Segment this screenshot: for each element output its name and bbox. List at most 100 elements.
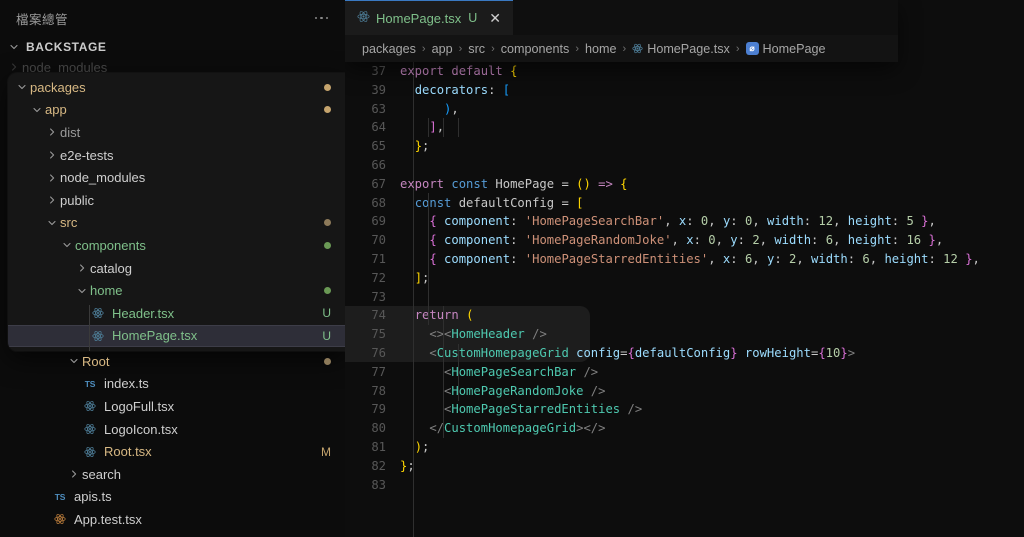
tree-folder-row[interactable]: Root	[0, 350, 345, 373]
code-line[interactable]: 72 ];	[345, 269, 1024, 288]
code-line[interactable]: 65 };	[345, 137, 1024, 156]
tree-file-row[interactable]: App.test.tsx	[0, 508, 345, 531]
code-line[interactable]: 39 decorators: [	[345, 81, 1024, 100]
code-line[interactable]: 77 <HomePageSearchBar />	[345, 363, 1024, 382]
tree-folder-row[interactable]: public	[8, 189, 345, 212]
code-line[interactable]: 66	[345, 156, 1024, 175]
tree-folder-row[interactable]: src	[8, 212, 345, 235]
chevron-down-icon[interactable]	[66, 356, 82, 366]
workspace-root-label: BACKSTAGE	[26, 40, 107, 54]
breadcrumb-item[interactable]: home	[585, 42, 617, 56]
tree-folder-row[interactable]: home	[8, 279, 345, 302]
code-line[interactable]: 73	[345, 288, 1024, 307]
tab-homepage-tsx[interactable]: HomePage.tsx U ✕	[345, 0, 514, 35]
chevron-right-icon[interactable]	[44, 127, 60, 137]
code-token: const	[414, 195, 459, 210]
workspace-root-row[interactable]: BACKSTAGE	[0, 36, 345, 58]
tree-folder-row[interactable]: app	[8, 99, 345, 122]
code-line[interactable]: 69 { component: 'HomePageSearchBar', x: …	[345, 212, 1024, 231]
tree-folder-row[interactable]: dist	[8, 121, 345, 144]
chevron-down-icon[interactable]	[59, 240, 75, 250]
chevron-right-icon[interactable]	[44, 195, 60, 205]
close-icon[interactable]: ✕	[486, 9, 504, 27]
chevron-down-icon[interactable]	[74, 286, 90, 296]
code-token: [	[502, 82, 511, 97]
tree-folder-row[interactable]: e2e-tests	[8, 144, 345, 167]
tab-strip: HomePage.tsx U ✕	[345, 0, 898, 35]
react-icon	[81, 400, 99, 412]
chevron-right-icon[interactable]	[66, 469, 82, 479]
tree-folder-row[interactable]: catalog	[8, 257, 345, 280]
code-line[interactable]: 64 ],	[345, 118, 1024, 137]
tree-file-row[interactable]: LogoFull.tsx	[0, 395, 345, 418]
chevron-right-icon[interactable]	[44, 173, 60, 183]
tree-file-row[interactable]: Root.tsx M	[0, 440, 345, 463]
code-line[interactable]: 81 );	[345, 438, 1024, 457]
breadcrumb-item[interactable]: HomePage.tsx	[632, 42, 730, 56]
code-token: (	[466, 308, 474, 323]
tree-item-label: index.ts	[104, 376, 149, 392]
code-line[interactable]: 70 { component: 'HomePageRandomJoke', x:…	[345, 231, 1024, 250]
code-editor[interactable]: 37 export default {39 decorators: [63 ), 6…	[345, 62, 1024, 537]
code-token: 12	[818, 214, 834, 229]
tree-file-row[interactable]: TS index.ts	[0, 373, 345, 396]
tree-file-row[interactable]: Header.tsx U	[8, 302, 345, 325]
code-line[interactable]: 75 <><HomeHeader />	[345, 325, 1024, 344]
chevron-down-icon[interactable]	[14, 82, 30, 92]
code-line[interactable]: 76 <CustomHomepageGrid config={defaultCo…	[345, 344, 1024, 363]
breadcrumb-item[interactable]: app	[432, 42, 453, 56]
tree-file-row[interactable]: TS apis.ts	[0, 486, 345, 509]
breadcrumb-item[interactable]: packages	[362, 42, 416, 56]
tree-file-row[interactable]: LogoIcon.tsx	[0, 418, 345, 441]
code-token: 16	[906, 233, 922, 248]
react-icon	[81, 446, 99, 458]
code-line[interactable]: 68 const defaultConfig = [	[345, 194, 1024, 213]
line-content: { component: 'HomePageSearchBar', x: 0, …	[400, 212, 936, 231]
chevron-down-icon[interactable]	[44, 218, 60, 228]
code-token: {	[620, 176, 628, 191]
line-content: decorators: [	[400, 81, 510, 100]
indent-guide	[89, 305, 90, 351]
tree-folder-row[interactable]: components	[8, 234, 345, 257]
code-line[interactable]: 80 </CustomHomepageGrid></>	[345, 419, 1024, 438]
breadcrumb-item[interactable]: src	[468, 42, 485, 56]
code-token: ,	[833, 214, 848, 229]
folder-change-dot	[324, 219, 331, 227]
ellipsis-icon[interactable]	[312, 13, 332, 24]
code-line[interactable]: 67 export const HomePage = () => {	[345, 175, 1024, 194]
chevron-right-icon[interactable]	[74, 263, 90, 273]
code-line[interactable]: 74 return (	[345, 306, 1024, 325]
code-token: />	[524, 327, 547, 342]
chevron-down-icon[interactable]	[29, 105, 45, 115]
tree-folder-row[interactable]: node_modules	[8, 166, 345, 189]
react-icon	[89, 330, 107, 342]
explorer-overlay-panel: packages app dist e2e-tests node_modules publ…	[8, 73, 345, 352]
line-content: <CustomHomepageGrid config={defaultConfi…	[400, 344, 855, 363]
tree-folder-row[interactable]: search	[0, 463, 345, 486]
folder-change-dot	[324, 241, 331, 249]
code-token: default	[451, 64, 511, 78]
code-token: HomePageRandomJoke	[451, 383, 584, 398]
breadcrumb-item[interactable]: ⌀ HomePage	[745, 42, 826, 56]
code-line[interactable]: 71 { component: 'HomePageStarredEntities…	[345, 250, 1024, 269]
code-line[interactable]: 83	[345, 476, 1024, 495]
indent-guide	[458, 118, 459, 137]
tree-file-row[interactable]: HomePage.tsx U	[8, 324, 345, 348]
tree-folder-row[interactable]: packages	[8, 76, 345, 99]
chevron-right-icon[interactable]	[6, 62, 22, 72]
code-line[interactable]: 78 <HomePageRandomJoke />	[345, 382, 1024, 401]
react-icon	[89, 307, 107, 319]
code-token: ,	[715, 233, 731, 248]
code-line[interactable]: 37 export default {	[345, 62, 1024, 81]
line-content: { component: 'HomePageStarredEntities', …	[400, 250, 980, 269]
code-line[interactable]: 63 ),	[345, 100, 1024, 119]
breadcrumb-label: components	[500, 41, 570, 56]
code-token: ,	[451, 101, 459, 116]
code-line[interactable]: 82};	[345, 457, 1024, 476]
code-line[interactable]: 79 <HomePageStarredEntities />	[345, 400, 1024, 419]
breadcrumb-item[interactable]: components	[501, 42, 570, 56]
chevron-right-icon[interactable]	[44, 150, 60, 160]
